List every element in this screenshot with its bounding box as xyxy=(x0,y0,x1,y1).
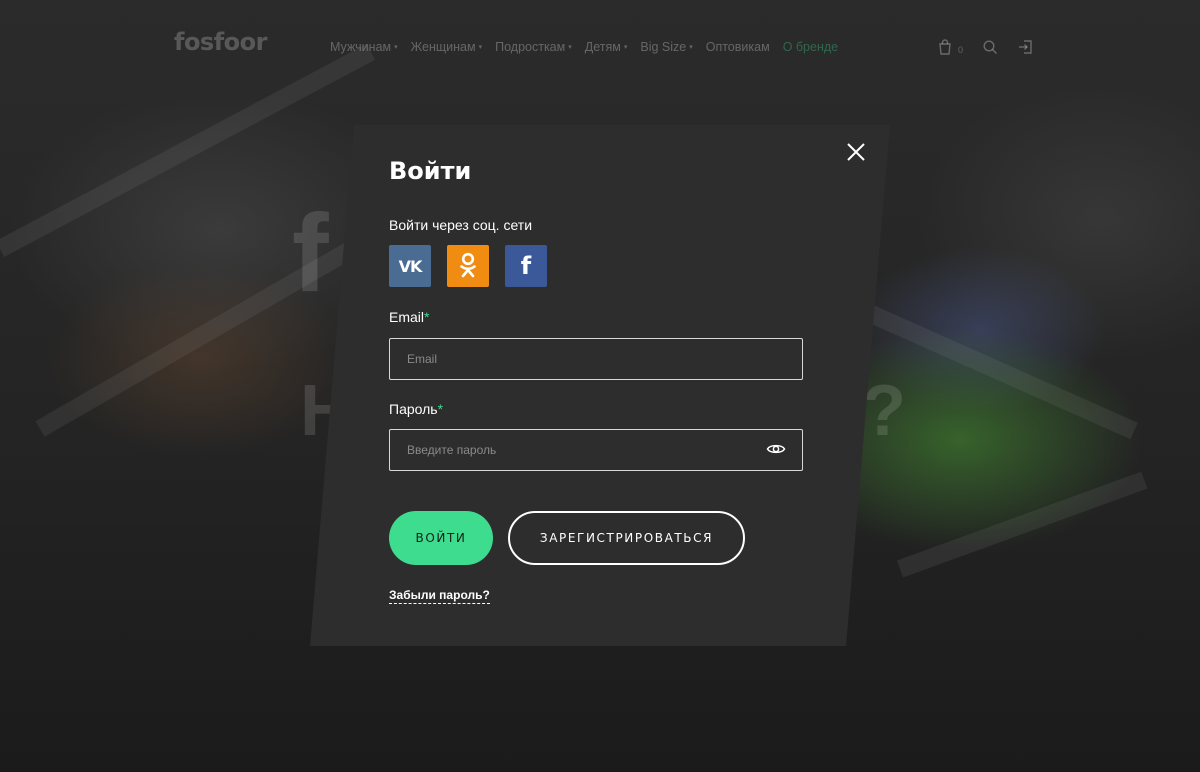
nav-item-big-size[interactable]: Big Size ▾ xyxy=(640,40,692,54)
nav-item-label: Big Size xyxy=(640,40,687,54)
chevron-down-icon: ▾ xyxy=(394,44,398,51)
vk-login-button[interactable]: VK xyxy=(389,245,431,287)
header-actions: 0 xyxy=(936,38,1035,56)
nav-item-label: Мужчинам xyxy=(330,40,392,54)
background-shelf xyxy=(896,471,1148,578)
eye-icon xyxy=(766,444,786,454)
social-login-buttons: VK f xyxy=(389,245,547,287)
chevron-down-icon: ▾ xyxy=(689,44,693,51)
nav-item-about-brand[interactable]: О бренде xyxy=(783,40,838,54)
odnoklassniki-icon xyxy=(460,252,476,278)
main-nav: Мужчинам ▾ Женщинам ▾ Подросткам ▾ Детям ▾ B… xyxy=(330,40,838,54)
nav-item-men[interactable]: Мужчинам ▾ xyxy=(330,40,398,54)
nav-item-teens[interactable]: Подросткам ▾ xyxy=(495,40,572,54)
email-label: Email* xyxy=(389,309,429,325)
login-button[interactable]: ВОЙТИ xyxy=(389,511,493,565)
cart-icon[interactable] xyxy=(936,38,954,56)
ok-login-button[interactable] xyxy=(447,245,489,287)
brand-logo[interactable]: fosfoor xyxy=(174,28,267,56)
social-login-label: Войти через соц. сети xyxy=(389,217,533,233)
nav-item-label: Подросткам xyxy=(495,40,566,54)
close-button[interactable] xyxy=(845,141,867,163)
facebook-icon: f xyxy=(520,252,532,280)
password-label-text: Пароль xyxy=(389,401,438,417)
required-mark: * xyxy=(424,309,430,325)
nav-item-wholesale[interactable]: Оптовикам xyxy=(706,40,770,54)
background-text: H xyxy=(300,371,352,451)
email-field[interactable] xyxy=(389,338,803,380)
login-modal: Войти Войти через соц. сети VK f Email* … xyxy=(389,125,879,645)
background-text: f xyxy=(292,192,329,315)
required-mark: * xyxy=(437,401,444,417)
chevron-down-icon: ▾ xyxy=(623,44,628,51)
nav-item-women[interactable]: Женщинам ▾ xyxy=(411,40,482,54)
close-icon xyxy=(847,143,865,161)
nav-item-label: Женщинам xyxy=(410,40,476,54)
nav-item-label: Оптовикам xyxy=(705,40,770,54)
nav-item-kids[interactable]: Детям ▾ xyxy=(585,40,628,54)
nav-item-label: О бренде xyxy=(782,40,839,54)
cart-count-badge: 0 xyxy=(958,45,964,55)
nav-item-label: Детям xyxy=(584,40,621,54)
vk-icon: VK xyxy=(398,256,423,276)
search-icon[interactable] xyxy=(981,38,999,56)
register-button[interactable]: ЗАРЕГИСТРИРОВАТЬСЯ xyxy=(508,511,745,565)
email-label-text: Email xyxy=(389,309,425,325)
site-header: fosfoor Мужчинам ▾ Женщинам ▾ Подросткам ▾ … xyxy=(0,0,1200,96)
forgot-password-link[interactable]: Забыли пароль? xyxy=(389,588,490,604)
password-label: Пароль* xyxy=(389,401,443,417)
login-icon[interactable] xyxy=(1017,38,1035,56)
modal-title: Войти xyxy=(389,157,472,185)
show-password-toggle[interactable] xyxy=(766,441,786,457)
password-field[interactable] xyxy=(389,429,803,471)
chevron-down-icon: ▾ xyxy=(478,44,483,51)
chevron-down-icon: ▾ xyxy=(568,44,572,51)
facebook-login-button[interactable]: f xyxy=(505,245,547,287)
